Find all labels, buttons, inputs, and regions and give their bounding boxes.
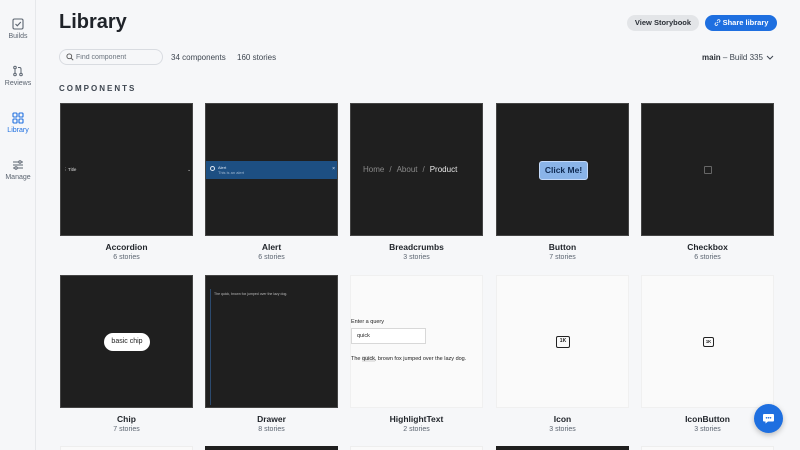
component-preview: 1K: [641, 275, 774, 408]
component-preview: ⋮ Title ⌄: [60, 103, 193, 236]
components-count: 34 components: [171, 53, 226, 62]
breadcrumb-preview: Home / About / Product: [363, 165, 458, 174]
component-name: Icon: [553, 414, 572, 424]
component-name: Button: [548, 242, 577, 252]
accordion-preview-row: ⋮ Title ⌄: [61, 166, 192, 175]
sliders-icon: [13, 160, 23, 170]
close-icon: ×: [332, 166, 335, 172]
share-library-button[interactable]: Share library: [705, 15, 777, 31]
component-name: Breadcrumbs: [389, 242, 444, 252]
component-preview: The quick, brown fox jumped over the laz…: [205, 275, 338, 408]
component-name: Drawer: [257, 414, 286, 424]
component-preview: basic chip: [60, 275, 193, 408]
component-preview: Enter a query quick The quick, brown fox…: [350, 275, 483, 408]
component-stories: 2 stories: [403, 426, 430, 433]
iconbutton-preview: 1K: [703, 337, 714, 347]
icon-preview: 1K: [556, 336, 570, 348]
sidebar-item-manage[interactable]: Manage: [0, 159, 36, 181]
section-title: COMPONENTS: [59, 84, 137, 93]
component-card-partial[interactable]: [496, 446, 629, 450]
sidebar-item-label: Manage: [5, 174, 31, 181]
component-name: Checkbox: [687, 242, 728, 252]
checkbox-preview: [704, 166, 712, 174]
breadcrumb-item: About: [396, 165, 418, 174]
component-stories: 6 stories: [113, 254, 140, 261]
drawer-preview-text: The quick, brown fox jumped over the laz…: [214, 292, 288, 296]
pull-request-icon: [13, 65, 23, 77]
chevron-down-icon: ⌄: [187, 167, 191, 172]
checkbox-icon: [12, 18, 24, 30]
search-box[interactable]: [59, 49, 163, 65]
sidebar: Builds Reviews Library Manage: [0, 0, 36, 450]
component-name: Chip: [117, 414, 136, 424]
page-title: Library: [59, 11, 127, 33]
info-icon: ⋮: [63, 167, 68, 172]
chat-button[interactable]: [754, 404, 783, 433]
component-card-partial[interactable]: [350, 446, 483, 450]
grid-icon: [12, 112, 24, 124]
component-preview: [641, 103, 774, 236]
sidebar-item-builds[interactable]: Builds: [0, 18, 36, 40]
component-name: Alert: [261, 242, 282, 252]
breadcrumb-item-current: Product: [429, 165, 458, 174]
component-preview: Click Me!: [496, 103, 629, 236]
component-stories: 7 stories: [549, 254, 576, 261]
button-preview: Click Me!: [539, 161, 588, 180]
component-preview: 1K: [496, 275, 629, 408]
chat-icon: [763, 414, 774, 424]
highlight-preview-text: The quick, brown fox jumped over the laz…: [351, 356, 467, 362]
component-stories: 3 stories: [694, 426, 721, 433]
component-name: HighlightText: [389, 414, 444, 424]
component-preview: Alert This is an alert ×: [205, 103, 338, 236]
chevron-down-icon: [766, 55, 774, 60]
search-icon: [66, 53, 74, 61]
sidebar-item-library[interactable]: Library: [0, 112, 36, 134]
build-label: Build 335: [729, 53, 763, 62]
highlight-preview-label: Enter a query: [351, 319, 385, 325]
component-stories: 3 stories: [403, 254, 430, 261]
component-name: Accordion: [105, 242, 148, 252]
highlight-preview-input: quick: [351, 328, 426, 344]
accordion-preview-title: Title: [68, 167, 77, 172]
sidebar-item-reviews[interactable]: Reviews: [0, 65, 36, 87]
view-storybook-button[interactable]: View Storybook: [627, 15, 699, 31]
component-stories: 6 stories: [258, 254, 285, 261]
sidebar-item-label: Library: [7, 127, 29, 134]
component-stories: 3 stories: [549, 426, 576, 433]
sidebar-item-label: Builds: [8, 33, 28, 40]
sidebar-item-label: Reviews: [4, 80, 32, 87]
highlight-mark: quick: [362, 356, 375, 362]
alert-preview: Alert This is an alert ×: [206, 161, 337, 179]
component-preview: Home / About / Product: [350, 103, 483, 236]
component-stories: 8 stories: [258, 426, 285, 433]
search-input[interactable]: [76, 51, 160, 63]
component-card-partial[interactable]: [641, 446, 774, 450]
component-stories: 7 stories: [113, 426, 140, 433]
link-icon: [714, 19, 720, 26]
chip-preview: basic chip: [104, 333, 150, 351]
stories-count: 160 stories: [237, 53, 277, 62]
component-card-partial[interactable]: [205, 446, 338, 450]
component-stories: 6 stories: [694, 254, 721, 261]
share-library-label: Share library: [722, 18, 769, 27]
alert-preview-subtitle: This is an alert: [218, 170, 245, 175]
info-icon: [210, 166, 215, 171]
breadcrumb-item: Home: [363, 165, 385, 174]
branch-name: main: [702, 53, 721, 62]
drawer-preview-edge: [210, 289, 211, 405]
component-card-partial[interactable]: [60, 446, 193, 450]
branch-selector[interactable]: main – Build 335: [702, 53, 774, 62]
